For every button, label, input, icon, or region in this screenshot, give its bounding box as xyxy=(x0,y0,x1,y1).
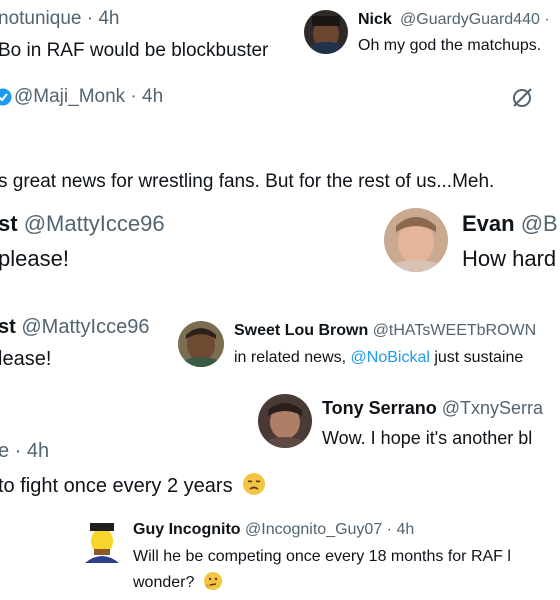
tweet-text-body: wonder? xyxy=(133,574,195,591)
tweet-text-suffix: just sustaine xyxy=(429,349,524,366)
tweet-author-name[interactable]: st xyxy=(0,316,16,338)
tweet-header[interactable]: Guy Incognito @Incognito_Guy07 · 4h xyxy=(133,521,414,539)
tweet-text: in related news, @NoBickal just sustaine xyxy=(234,349,523,367)
tweet-handle-time[interactable]: @Maji_Monk · 4h xyxy=(14,86,163,108)
tweet-author-name[interactable]: Sweet Lou Brown xyxy=(234,322,368,339)
tweet-text: How hard xyxy=(462,246,557,271)
avatar[interactable] xyxy=(258,394,312,448)
tweet-header[interactable]: Sweet Lou Brown @tHATsWEETbROWN xyxy=(234,322,536,340)
tweet-handle-time[interactable]: @Incognito_Guy07 · 4h xyxy=(245,521,414,538)
slashed-circle-icon[interactable] xyxy=(510,86,534,110)
tweet-author-name[interactable]: st xyxy=(0,211,18,236)
tweet-header[interactable]: st @MattyIcce96 xyxy=(0,316,149,339)
tweet-text-prefix: in related news, xyxy=(234,349,351,366)
verified-badge-icon xyxy=(0,88,12,106)
tweet-header[interactable]: Evan @B xyxy=(462,211,558,237)
avatar[interactable] xyxy=(79,519,125,565)
tweet-text: lease! xyxy=(0,348,52,370)
tweet-author-name[interactable]: Evan xyxy=(462,211,515,236)
tweet-text: Will he be competing once every 18 month… xyxy=(133,548,511,565)
tweet-text: Wow. I hope it's another bl xyxy=(322,428,533,448)
tweet-author-name[interactable]: Tony Serrano xyxy=(322,398,437,418)
thinking-face-icon xyxy=(203,571,223,591)
tweet-text: please! xyxy=(0,246,69,271)
tweet-text: Oh my god the matchups. xyxy=(358,37,542,54)
tweet-header[interactable]: st @MattyIcce96 xyxy=(0,211,165,237)
tweet-handle-time[interactable]: @GuardyGuard440 · xyxy=(400,11,550,29)
tweet-author-name[interactable]: Guy Incognito xyxy=(133,521,241,538)
tweet-handle[interactable]: @MattyIcce96 xyxy=(21,316,149,338)
tweet-handle-time[interactable]: e · 4h xyxy=(0,440,49,463)
tweet-handle[interactable]: @tHATsWEETbROWN xyxy=(373,322,537,339)
tweet-header[interactable]: Tony Serrano @TxnySerra xyxy=(322,398,543,419)
tweet-text: Bo in RAF would be blockbuster xyxy=(0,40,269,61)
tweet-text: wonder? xyxy=(133,571,223,592)
avatar[interactable] xyxy=(304,10,348,54)
tweet-author-name[interactable]: Nick xyxy=(358,11,392,29)
tweet-text: to fight once every 2 years xyxy=(0,472,266,498)
tweet-handle[interactable]: @TxnySerra xyxy=(442,398,543,418)
tweet-text: s great news for wrestling fans. But for… xyxy=(0,171,495,192)
avatar[interactable] xyxy=(178,321,224,367)
tweet-text-body: to fight once every 2 years xyxy=(0,475,233,497)
tweet-handle-time[interactable]: notunique · 4h xyxy=(0,8,120,30)
tweet-handle[interactable]: @B xyxy=(521,211,558,236)
mention-link[interactable]: @NoBickal xyxy=(351,349,430,366)
disappointed-face-icon xyxy=(242,472,266,496)
avatar[interactable] xyxy=(384,208,448,272)
tweet-handle[interactable]: @MattyIcce96 xyxy=(24,211,165,236)
